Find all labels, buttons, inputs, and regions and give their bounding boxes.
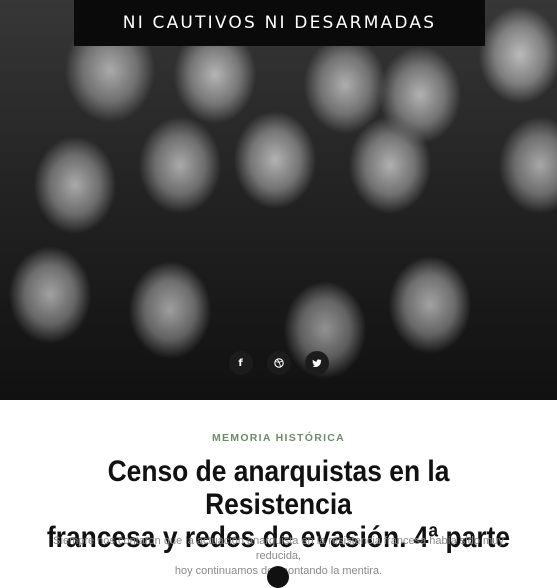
dribbble-icon bbox=[273, 358, 284, 368]
author-avatar[interactable] bbox=[267, 566, 289, 588]
facebook-icon: f bbox=[238, 357, 243, 369]
dribbble-share-button[interactable] bbox=[266, 351, 291, 375]
share-buttons: f bbox=[0, 351, 557, 375]
hero-overlay bbox=[0, 0, 557, 400]
twitter-share-button[interactable] bbox=[304, 351, 329, 375]
site-title-bar[interactable]: NI CAUTIVOS NI DESARMADAS bbox=[74, 0, 485, 46]
article-title-line-1: Censo de anarquistas en la Resistencia bbox=[107, 455, 450, 521]
facebook-share-button[interactable]: f bbox=[228, 351, 253, 375]
article-lead-line-1: Siempre nos contaron que la actuación an… bbox=[53, 535, 504, 562]
twitter-icon bbox=[311, 359, 321, 367]
article-category-link[interactable]: MEMORIA HISTÓRICA bbox=[0, 432, 557, 444]
site-title[interactable]: NI CAUTIVOS NI DESARMADAS bbox=[123, 13, 436, 33]
